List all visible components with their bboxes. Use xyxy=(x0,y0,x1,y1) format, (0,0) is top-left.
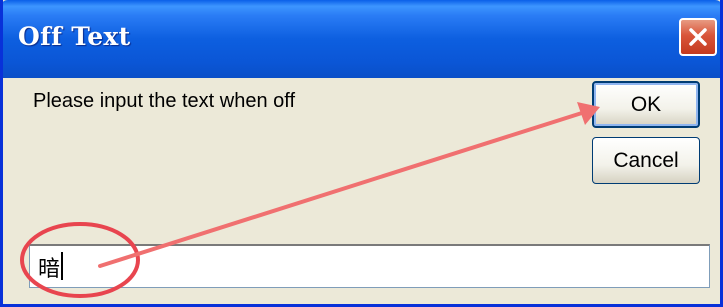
title-bar[interactable]: Off Text xyxy=(3,0,720,78)
prompt-label: Please input the text when off xyxy=(33,90,296,112)
ok-button[interactable]: OK xyxy=(592,81,700,128)
off-text-dialog: Off Text Please input the text when off … xyxy=(0,0,723,307)
text-caret xyxy=(61,252,63,280)
close-button[interactable] xyxy=(679,18,717,56)
window-title: Off Text xyxy=(18,22,131,51)
close-icon xyxy=(689,28,707,46)
cancel-button[interactable]: Cancel xyxy=(592,137,700,184)
off-text-input[interactable] xyxy=(29,244,710,288)
